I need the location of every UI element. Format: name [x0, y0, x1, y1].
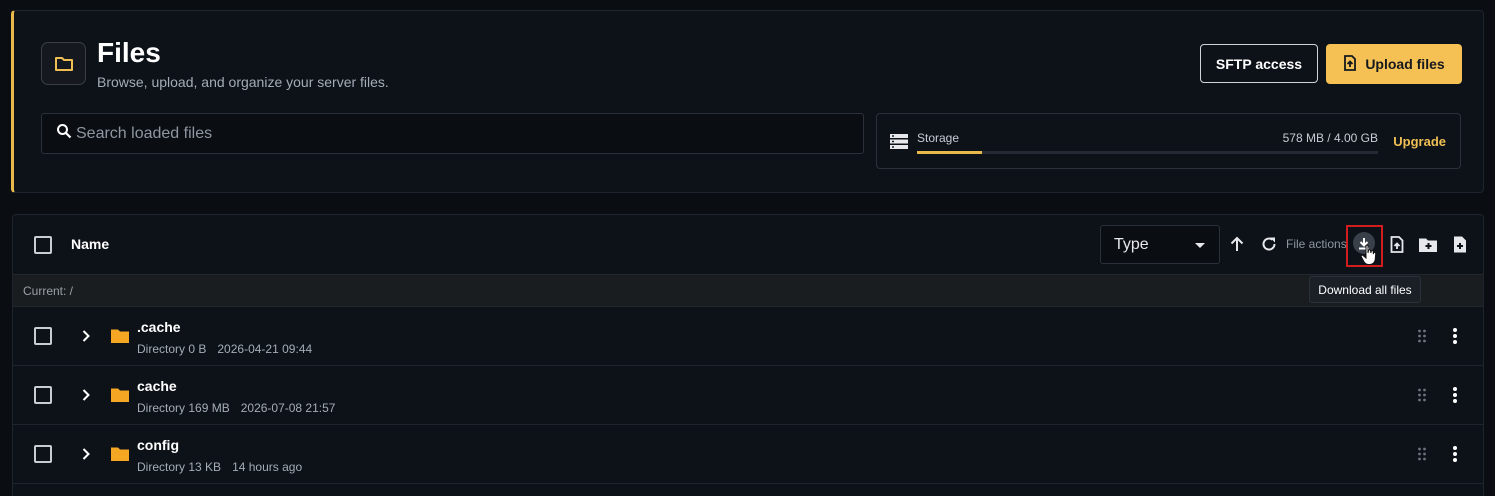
file-kind: Directory	[137, 401, 186, 415]
new-folder-icon[interactable]	[1418, 234, 1438, 254]
upload-files-button[interactable]: Upload files	[1326, 44, 1462, 84]
sort-type-value: Type	[1114, 235, 1149, 253]
current-path: Current: /	[23, 284, 74, 298]
drag-handle-icon[interactable]	[1416, 327, 1428, 345]
sftp-access-button[interactable]: SFTP access	[1200, 44, 1318, 83]
file-size: 13 KB	[188, 460, 222, 474]
folder-icon	[110, 326, 130, 344]
upgrade-link[interactable]: Upgrade	[1393, 134, 1446, 149]
folder-icon	[41, 42, 86, 85]
page-title: Files	[97, 37, 161, 68]
file-size: 169 MB	[188, 401, 230, 415]
upload-file-icon[interactable]	[1388, 234, 1406, 254]
file-list-card: Name Type File actions Download all file…	[12, 214, 1484, 496]
file-row[interactable]: cache Directory 169 MB 2026-07-08 21:57	[13, 366, 1483, 425]
chevron-right-icon[interactable]	[79, 445, 93, 463]
storage-icon	[890, 134, 908, 154]
file-kind: Directory	[137, 460, 186, 474]
file-kind-size: Directory 0 B	[137, 342, 206, 356]
file-name[interactable]: cache	[137, 378, 177, 394]
file-meta: Directory 169 MB 2026-07-08 21:57	[137, 401, 335, 415]
files-header-card: Files Browse, upload, and organize your …	[11, 10, 1484, 193]
search-field[interactable]	[41, 113, 864, 154]
file-row[interactable]: config Directory 13 KB 14 hours ago	[13, 425, 1483, 484]
refresh-icon[interactable]	[1260, 235, 1278, 253]
row-select-checkbox[interactable]	[34, 445, 52, 463]
file-list-toolbar: Name Type File actions Download all file…	[13, 215, 1483, 303]
chevron-right-icon[interactable]	[79, 386, 93, 404]
caret-down-icon	[1195, 236, 1205, 254]
file-modified: 2026-04-21 09:44	[217, 342, 313, 356]
folder-icon	[110, 444, 130, 462]
sort-type-select[interactable]: Type	[1100, 225, 1220, 264]
download-all-tooltip: Download all files	[1309, 276, 1421, 303]
file-row[interactable]: .cache Directory 0 B 2026-04-21 09:44	[13, 307, 1483, 366]
file-meta: Directory 0 B 2026-04-21 09:44	[137, 342, 312, 356]
new-file-icon[interactable]	[1451, 234, 1469, 254]
page-subtitle: Browse, upload, and organize your server…	[97, 74, 389, 90]
chevron-right-icon[interactable]	[79, 327, 93, 345]
hand-cursor-icon	[1359, 243, 1379, 267]
folder-icon	[110, 385, 130, 403]
file-kind-size: Directory 169 MB	[137, 401, 230, 415]
drag-handle-icon[interactable]	[1416, 445, 1428, 463]
file-meta: Directory 13 KB 14 hours ago	[137, 460, 302, 474]
upload-file-icon	[1343, 54, 1357, 74]
file-kind-size: Directory 13 KB	[137, 460, 221, 474]
arrow-up-icon[interactable]	[1228, 235, 1246, 253]
row-select-checkbox[interactable]	[34, 327, 52, 345]
search-icon	[56, 123, 72, 144]
row-select-checkbox[interactable]	[34, 386, 52, 404]
file-name[interactable]: config	[137, 437, 179, 453]
file-name[interactable]: .cache	[137, 319, 181, 335]
current-path-bar: Current: /	[13, 274, 1483, 307]
storage-progress-fill	[917, 151, 982, 154]
storage-panel: Storage 578 MB / 4.00 GB Upgrade	[876, 113, 1461, 169]
file-size: 0 B	[188, 342, 207, 356]
more-options-icon[interactable]	[1447, 444, 1463, 464]
drag-handle-icon[interactable]	[1416, 386, 1428, 404]
name-column-header[interactable]: Name	[71, 236, 109, 252]
file-modified: 2026-07-08 21:57	[240, 401, 336, 415]
upload-files-label: Upload files	[1365, 56, 1445, 72]
select-all-checkbox[interactable]	[34, 236, 52, 254]
file-kind: Directory	[137, 342, 186, 356]
file-modified: 14 hours ago	[232, 460, 303, 474]
storage-label: Storage	[917, 131, 960, 145]
storage-progress-bar	[917, 151, 1378, 154]
storage-usage: 578 MB / 4.00 GB	[1282, 131, 1378, 145]
search-input[interactable]	[76, 124, 836, 143]
file-actions-label: File actions	[1286, 237, 1347, 251]
more-options-icon[interactable]	[1447, 326, 1463, 346]
more-options-icon[interactable]	[1447, 385, 1463, 405]
